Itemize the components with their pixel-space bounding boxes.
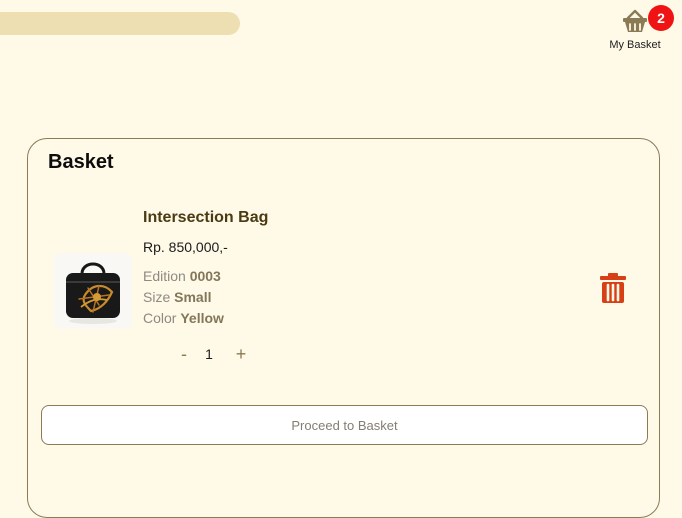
quantity-increase-button[interactable]: +: [232, 344, 250, 364]
proceed-to-basket-button[interactable]: Proceed to Basket: [41, 405, 648, 445]
product-price: Rp. 850,000,-: [143, 239, 228, 255]
my-basket-button[interactable]: 2 My Basket: [604, 5, 674, 54]
color-value: Yellow: [180, 310, 224, 326]
quantity-value: 1: [205, 346, 213, 362]
edition-label: Edition: [143, 268, 186, 284]
delete-item-button[interactable]: [600, 273, 626, 303]
basket-panel: Basket Intersection Bag Rp. 850,000,- Ed…: [27, 138, 660, 518]
product-edition: Edition 0003: [143, 268, 221, 285]
size-label: Size: [143, 289, 171, 305]
color-label: Color: [143, 310, 177, 326]
basket-count-badge: 2: [648, 5, 674, 31]
product-image: [54, 253, 132, 329]
handbag-icon: [54, 253, 132, 329]
product-color: Color Yellow: [143, 310, 224, 327]
quantity-decrease-button[interactable]: -: [175, 344, 193, 364]
edition-value: 0003: [189, 268, 221, 284]
trash-icon: [600, 273, 626, 303]
basket-icon: [623, 9, 647, 32]
my-basket-label: My Basket: [609, 39, 661, 51]
basket-title: Basket: [48, 151, 114, 173]
size-value: Small: [174, 289, 212, 305]
top-search-bar: [0, 12, 240, 35]
quantity-stepper[interactable]: - 1 +: [175, 344, 250, 364]
product-name: Intersection Bag: [143, 209, 269, 226]
product-size: Size Small: [143, 289, 211, 306]
